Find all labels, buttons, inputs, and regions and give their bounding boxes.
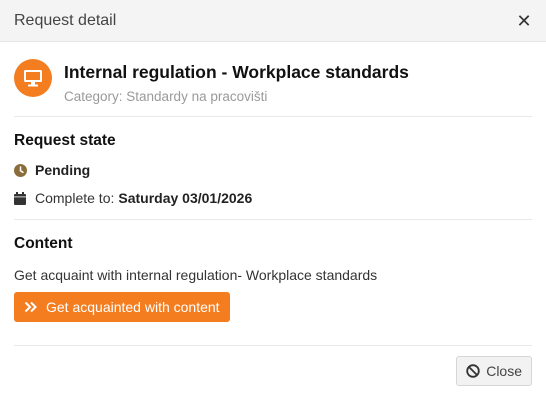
- double-chevron-right-icon: [24, 301, 38, 313]
- content-heading: Content: [14, 235, 73, 252]
- calendar-icon: [14, 191, 27, 205]
- clock-icon: [14, 163, 27, 177]
- ban-icon: [466, 364, 480, 378]
- request-category: Category: Standardy na pracovišti: [64, 89, 268, 104]
- complete-to-date: Saturday 03/01/2026: [118, 190, 253, 206]
- dialog-footer: Close: [0, 346, 546, 386]
- request-state-section: Request state Pending Complete to: Satur…: [14, 117, 532, 220]
- request-detail-dialog: Request detail ✕ Internal regulation - W…: [0, 0, 546, 401]
- dialog-title: Request detail: [14, 11, 117, 29]
- request-header: Internal regulation - Workplace standard…: [14, 42, 532, 117]
- status-badge: Pending: [35, 162, 91, 178]
- complete-to-row: Complete to: Saturday 03/01/2026: [14, 190, 532, 206]
- complete-to-label: Complete to:: [35, 190, 115, 206]
- close-button-label: Close: [486, 363, 522, 379]
- request-title: Internal regulation - Workplace standard…: [64, 62, 409, 82]
- get-acquainted-button[interactable]: Get acquainted with content: [14, 292, 230, 322]
- status-row: Pending: [14, 162, 532, 178]
- content-section: Content Get acquaint with internal regul…: [14, 220, 532, 346]
- request-heading: Internal regulation - Workplace standard…: [64, 59, 409, 104]
- close-icon[interactable]: ✕: [516, 12, 532, 30]
- monitor-icon: [14, 59, 52, 97]
- dialog-body: Internal regulation - Workplace standard…: [0, 42, 546, 346]
- close-button[interactable]: Close: [456, 356, 532, 386]
- request-state-heading: Request state: [14, 132, 116, 149]
- dialog-header: Request detail ✕: [0, 0, 546, 42]
- get-acquainted-label: Get acquainted with content: [46, 299, 220, 315]
- content-description: Get acquaint with internal regulation- W…: [14, 267, 378, 283]
